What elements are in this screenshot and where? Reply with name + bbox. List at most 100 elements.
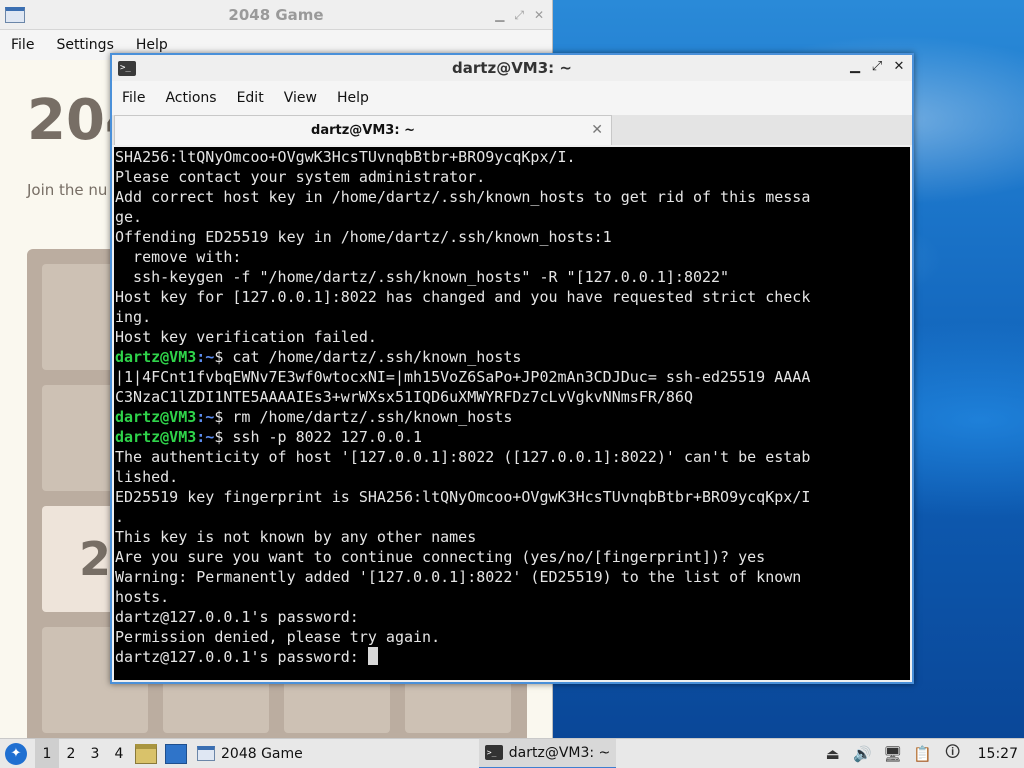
task-label: dartz@VM3: ~ — [508, 744, 611, 761]
terminal-menubar: File Actions Edit View Help — [112, 81, 912, 115]
terminal-line: Add correct host key in /home/dartz/.ssh… — [115, 187, 910, 207]
menu-edit[interactable]: Edit — [227, 90, 274, 106]
terminal-line-text: This key is not known by any other names — [115, 528, 477, 546]
terminal-window[interactable]: >_ dartz@VM3: ~ ▁ ⤢ ✕ File Actions Edit … — [110, 53, 914, 684]
terminal-line-text: $ rm /home/dartz/.ssh/known_hosts — [214, 408, 513, 426]
terminal-line: C3NzaC1lZDI1NTE5AAAAIEs3+wrWXsx51IQD6uXM… — [115, 387, 910, 407]
terminal-line-text: ge. — [115, 208, 143, 226]
terminal-line-text: SHA256:ltQNyOmcoo+OVgwK3HcsTUvnqbBtbr+BR… — [115, 148, 576, 166]
terminal-line: remove with: — [115, 247, 910, 267]
terminal-line: dartz@VM3:~$ ssh -p 8022 127.0.0.1 — [115, 427, 910, 447]
task-button-terminal[interactable]: >_ dartz@VM3: ~ — [478, 738, 617, 768]
close-icon[interactable]: ✕ — [534, 8, 544, 23]
terminal-tabbar: dartz@VM3: ~ ✕ — [112, 115, 912, 145]
terminal-line-text: lished. — [115, 468, 179, 486]
terminal-line: dartz@VM3:~$ rm /home/dartz/.ssh/known_h… — [115, 407, 910, 427]
system-tray: ⏏ 🔊 🖥 📋 🛈 15:27 — [824, 739, 1024, 768]
terminal-line-text: Are you sure you want to continue connec… — [115, 548, 766, 566]
terminal-line-text: Warning: Permanently added '[127.0.0.1]:… — [115, 568, 802, 586]
prompt-user: dartz@VM3 — [115, 408, 197, 426]
terminal-line: |1|4FCnt1fvbqEWNv7E3wf0wtocxNI=|mh15VoZ6… — [115, 367, 910, 387]
clipboard-icon[interactable]: 📋 — [913, 745, 932, 763]
terminal-line-text: dartz@127.0.0.1's password: — [115, 608, 359, 626]
terminal-line: Warning: Permanently added '[127.0.0.1]:… — [115, 567, 910, 587]
workspace-1[interactable]: 1 — [35, 738, 59, 768]
terminal-line: Host key for [127.0.0.1]:8022 has change… — [115, 287, 910, 307]
terminal-output[interactable]: SHA256:ltQNyOmcoo+OVgwK3HcsTUvnqbBtbr+BR… — [114, 147, 910, 680]
terminal-line-text: Add correct host key in /home/dartz/.ssh… — [115, 188, 811, 206]
prompt-path: :~ — [196, 428, 215, 446]
terminal-line-text: remove with: — [115, 248, 242, 266]
task-button-2048[interactable]: 2048 Game — [191, 739, 309, 768]
terminal-titlebar[interactable]: >_ dartz@VM3: ~ ▁ ⤢ ✕ — [112, 55, 912, 81]
terminal-line: dartz@127.0.0.1's password: — [115, 647, 910, 667]
terminal-line: . — [115, 507, 910, 527]
terminal-line: SHA256:ltQNyOmcoo+OVgwK3HcsTUvnqbBtbr+BR… — [115, 147, 910, 167]
network-icon[interactable]: 🖥 — [883, 745, 902, 763]
terminal-line-text: Offending ED25519 key in /home/dartz/.ss… — [115, 228, 612, 246]
terminal-line-text: ssh-keygen -f "/home/dartz/.ssh/known_ho… — [115, 268, 730, 286]
terminal-tab[interactable]: dartz@VM3: ~ ✕ — [114, 115, 612, 145]
workspace-3[interactable]: 3 — [83, 739, 107, 768]
terminal-line: Host key verification failed. — [115, 327, 910, 347]
terminal-line-text: Permission denied, please try again. — [115, 628, 441, 646]
game-intro-text: Join the nu — [27, 181, 108, 199]
terminal-line-text: ED25519 key fingerprint is SHA256:ltQNyO… — [115, 488, 811, 506]
terminal-line-text: dartz@127.0.0.1's password: — [115, 648, 368, 666]
show-desktop-icon[interactable] — [165, 743, 187, 764]
terminal-line: dartz@127.0.0.1's password: — [115, 607, 910, 627]
terminal-line-text: hosts. — [115, 588, 170, 606]
terminal-line-text: Please contact your system administrator… — [115, 168, 486, 186]
workspace-4[interactable]: 4 — [107, 739, 131, 768]
menu-help[interactable]: Help — [327, 90, 379, 106]
maximize-icon[interactable]: ⤢ — [870, 59, 884, 74]
start-menu-icon[interactable]: ✦ — [5, 742, 27, 765]
workspace-2[interactable]: 2 — [59, 739, 83, 768]
prompt-user: dartz@VM3 — [115, 348, 197, 366]
terminal-line-text: . — [115, 508, 125, 526]
terminal-line: ing. — [115, 307, 910, 327]
maximize-icon[interactable]: ⤢ — [514, 8, 524, 23]
terminal-line: lished. — [115, 467, 910, 487]
clock: 15:27 — [977, 746, 1018, 762]
close-icon[interactable]: ✕ — [892, 59, 906, 74]
game-window-title: 2048 Game — [228, 5, 324, 24]
terminal-line: This key is not known by any other names — [115, 527, 910, 547]
eject-icon[interactable]: ⏏ — [824, 745, 842, 763]
terminal-window-title: dartz@VM3: ~ — [452, 59, 572, 77]
prompt-path: :~ — [196, 348, 215, 366]
menu-file[interactable]: File — [112, 90, 155, 106]
tab-label: dartz@VM3: ~ — [311, 123, 415, 138]
menu-settings[interactable]: Settings — [45, 37, 124, 53]
terminal-cursor — [367, 647, 378, 665]
terminal-line: Are you sure you want to continue connec… — [115, 547, 910, 567]
terminal-line: Permission denied, please try again. — [115, 627, 910, 647]
minimize-icon[interactable]: ▁ — [848, 59, 862, 74]
tab-close-icon[interactable]: ✕ — [591, 122, 603, 138]
terminal-line: The authenticity of host '[127.0.0.1]:80… — [115, 447, 910, 467]
terminal-icon: >_ — [484, 745, 503, 760]
volume-icon[interactable]: 🔊 — [853, 745, 872, 763]
menu-view[interactable]: View — [274, 90, 327, 106]
terminal-line-text: The authenticity of host '[127.0.0.1]:80… — [115, 448, 811, 466]
menu-file[interactable]: File — [0, 37, 45, 53]
terminal-line-text: $ ssh -p 8022 127.0.0.1 — [214, 428, 423, 446]
menu-help[interactable]: Help — [125, 37, 179, 53]
terminal-line: Please contact your system administrator… — [115, 167, 910, 187]
minimize-icon[interactable]: ▁ — [495, 8, 504, 23]
terminal-line-text: ing. — [115, 308, 152, 326]
menu-actions[interactable]: Actions — [155, 90, 226, 106]
terminal-line: ssh-keygen -f "/home/dartz/.ssh/known_ho… — [115, 267, 910, 287]
task-label: 2048 Game — [221, 745, 303, 762]
terminal-line: dartz@VM3:~$ cat /home/dartz/.ssh/known_… — [115, 347, 910, 367]
terminal-line-text: Host key for [127.0.0.1]:8022 has change… — [115, 288, 811, 306]
taskbar: ✦ 1 2 3 4 2048 Game >_ dartz@VM3: ~ ⏏ 🔊 … — [0, 738, 1024, 768]
game-titlebar[interactable]: 2048 Game ▁ ⤢ ✕ — [0, 0, 552, 30]
terminal-line-text: C3NzaC1lZDI1NTE5AAAAIEs3+wrWXsx51IQD6uXM… — [115, 388, 693, 406]
terminal-line: Offending ED25519 key in /home/dartz/.ss… — [115, 227, 910, 247]
terminal-line-text: Host key verification failed. — [115, 328, 377, 346]
file-manager-icon[interactable] — [135, 743, 157, 764]
update-icon[interactable]: 🛈 — [944, 743, 962, 763]
prompt-path: :~ — [196, 408, 215, 426]
terminal-line: ED25519 key fingerprint is SHA256:ltQNyO… — [115, 487, 910, 507]
